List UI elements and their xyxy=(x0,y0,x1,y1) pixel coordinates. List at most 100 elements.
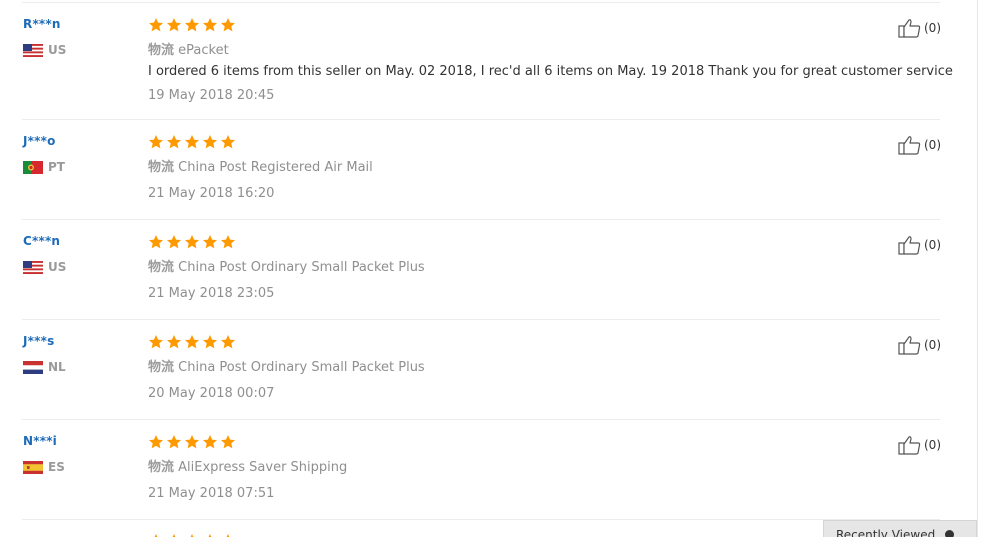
rating-stars xyxy=(148,334,238,350)
rating-stars-partial xyxy=(148,533,238,537)
helpful-button[interactable]: (0) xyxy=(898,435,941,455)
shipping-method: 物流 AliExpress Saver Shipping xyxy=(148,456,347,475)
star-icon xyxy=(149,435,163,449)
logistics-label: 物流 xyxy=(148,160,175,175)
star-icon xyxy=(149,335,163,349)
star-icon xyxy=(221,18,235,32)
star-icon xyxy=(149,235,163,249)
star-icon xyxy=(208,534,212,537)
star-icon xyxy=(167,435,181,449)
star-icon xyxy=(226,534,230,537)
recently-viewed-panel[interactable]: Recently Viewed xyxy=(823,520,977,537)
country-code: NL xyxy=(48,360,66,374)
star-icon xyxy=(185,435,199,449)
helpful-button[interactable]: (0) xyxy=(898,235,941,255)
helpful-count: (0) xyxy=(924,338,941,352)
star-icon xyxy=(221,335,235,349)
buyer-country: ES xyxy=(23,460,65,474)
shipping-method: 物流 ePacket xyxy=(148,39,229,58)
buyer-country: US xyxy=(23,260,66,274)
star-icon xyxy=(185,135,199,149)
star-icon xyxy=(221,135,235,149)
buyer-name[interactable]: J***o xyxy=(23,134,56,148)
logistics-label: 物流 xyxy=(148,460,175,475)
star-icon xyxy=(203,18,217,32)
helpful-button[interactable]: (0) xyxy=(898,335,941,355)
logistics-label: 物流 xyxy=(148,260,175,275)
flag-us-icon xyxy=(23,43,43,57)
star-icon xyxy=(185,18,199,32)
helpful-count: (0) xyxy=(924,21,941,35)
review-item: R***n US 物流 ePacket I ordered 6 items fr… xyxy=(22,3,953,120)
star-icon xyxy=(203,435,217,449)
shipping-method-name: China Post Ordinary Small Packet Plus xyxy=(178,260,425,275)
feedback-page: R***n US 物流 ePacket I ordered 6 items fr… xyxy=(0,0,982,537)
review-item: C***n US 物流 China Post Ordinary Small Pa… xyxy=(22,220,941,320)
buyer-country: NL xyxy=(23,360,66,374)
star-icon xyxy=(149,135,163,149)
shipping-method: 物流 China Post Ordinary Small Packet Plus xyxy=(148,256,425,275)
thumbs-up-icon xyxy=(898,19,921,38)
star-icon xyxy=(203,335,217,349)
country-code: US xyxy=(48,43,67,57)
thumbs-up-icon xyxy=(898,136,921,155)
star-icon xyxy=(221,435,235,449)
star-icon xyxy=(203,135,217,149)
country-code: PT xyxy=(48,160,65,174)
rating-stars xyxy=(148,17,238,33)
logistics-label: 物流 xyxy=(148,360,175,375)
review-item: N***i ES 物流 AliExpress Saver Shipping 21… xyxy=(22,420,941,520)
star-icon xyxy=(167,18,181,32)
logistics-label: 物流 xyxy=(148,43,175,58)
star-icon xyxy=(185,235,199,249)
buyer-country: PT xyxy=(23,160,65,174)
helpful-button[interactable]: (0) xyxy=(898,135,941,155)
star-icon xyxy=(172,534,176,537)
review-date: 20 May 2018 00:07 xyxy=(148,386,275,401)
helpful-count: (0) xyxy=(924,138,941,152)
rating-stars xyxy=(148,234,238,250)
star-icon xyxy=(221,235,235,249)
helpful-count: (0) xyxy=(924,238,941,252)
star-icon xyxy=(190,534,194,537)
flag-nl-icon xyxy=(23,360,43,374)
review-item: J***o PT 物流 China Post Registered Air Ma… xyxy=(22,120,941,220)
expand-icon[interactable] xyxy=(945,530,955,537)
flag-us-icon xyxy=(23,260,43,274)
buyer-name[interactable]: N***i xyxy=(23,434,57,448)
buyer-name[interactable]: J***s xyxy=(23,334,54,348)
flag-pt-icon xyxy=(23,160,43,174)
star-icon xyxy=(203,235,217,249)
country-code: US xyxy=(48,260,67,274)
helpful-button[interactable]: (0) xyxy=(898,18,941,38)
buyer-country: US xyxy=(23,43,66,57)
star-icon xyxy=(167,135,181,149)
thumbs-up-icon xyxy=(898,336,921,355)
shipping-method-name: AliExpress Saver Shipping xyxy=(178,460,348,475)
rating-stars xyxy=(148,134,238,150)
review-item: J***s NL 物流 China Post Ordinary Small Pa… xyxy=(22,320,941,420)
star-icon xyxy=(149,18,163,32)
helpful-count: (0) xyxy=(924,438,941,452)
thumbs-up-icon xyxy=(898,236,921,255)
review-date: 21 May 2018 23:05 xyxy=(148,286,275,301)
review-date: 21 May 2018 07:51 xyxy=(148,486,275,501)
shipping-method-name: China Post Registered Air Mail xyxy=(178,160,373,175)
buyer-name[interactable]: C***n xyxy=(23,234,60,248)
country-code: ES xyxy=(48,460,65,474)
thumbs-up-icon xyxy=(898,436,921,455)
page-right-border xyxy=(977,0,978,537)
review-text: I ordered 6 items from this seller on Ma… xyxy=(148,64,953,79)
shipping-method: 物流 China Post Ordinary Small Packet Plus xyxy=(148,356,425,375)
star-icon xyxy=(167,335,181,349)
star-icon xyxy=(185,335,199,349)
buyer-name[interactable]: R***n xyxy=(23,17,61,31)
review-date: 21 May 2018 16:20 xyxy=(148,186,275,201)
shipping-method: 物流 China Post Registered Air Mail xyxy=(148,156,373,175)
star-icon xyxy=(167,235,181,249)
star-icon xyxy=(154,534,158,537)
rating-stars xyxy=(148,434,238,450)
recently-viewed-label: Recently Viewed xyxy=(836,528,936,537)
review-date: 19 May 2018 20:45 xyxy=(148,88,275,103)
shipping-method-name: ePacket xyxy=(178,43,229,58)
